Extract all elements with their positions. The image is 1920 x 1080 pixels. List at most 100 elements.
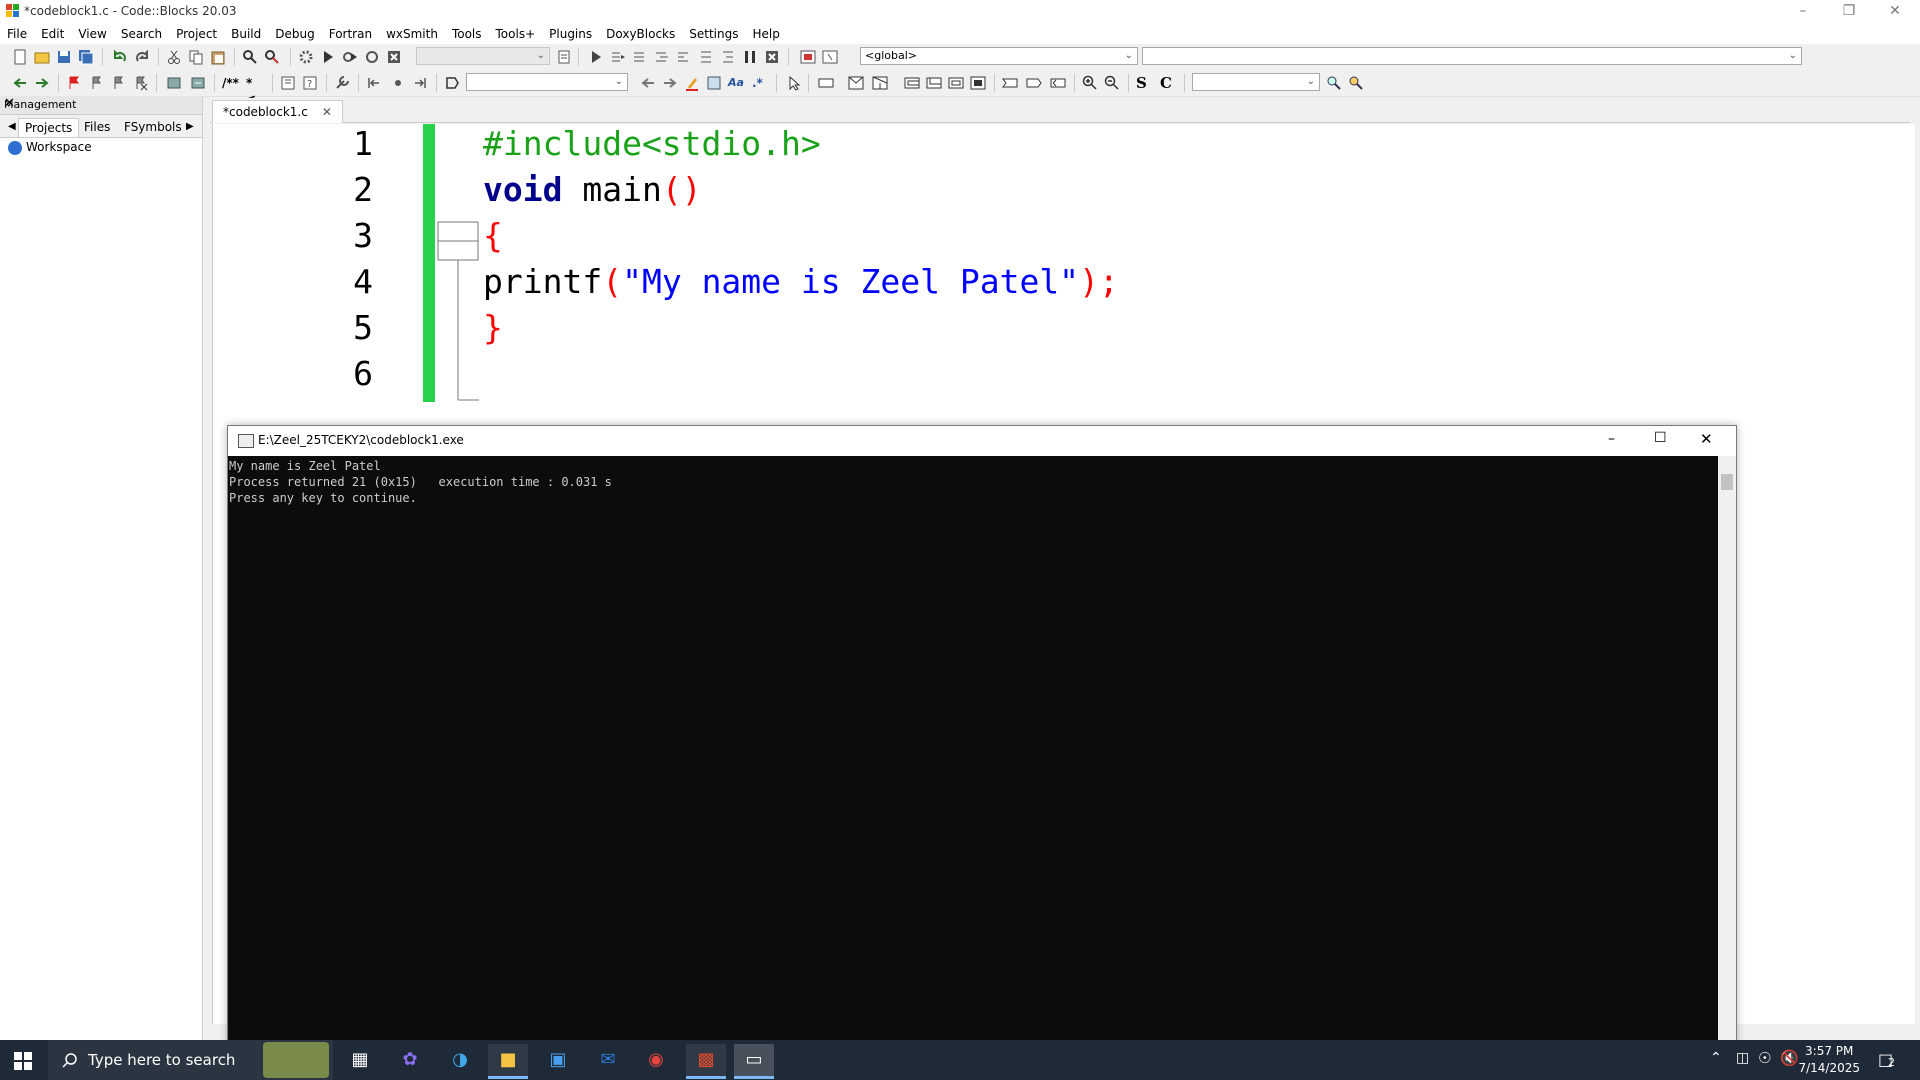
workspace-tree-item[interactable]: Workspace <box>8 140 92 155</box>
console-maximize-button[interactable]: ☐ <box>1654 430 1667 446</box>
line-comment-icon[interactable]: *< <box>246 75 262 106</box>
step-into-instruction-icon[interactable] <box>720 49 736 65</box>
build-target-combo[interactable]: ⌄ <box>416 47 550 65</box>
menu-help[interactable]: Help <box>745 24 786 44</box>
stop-debugger-icon[interactable] <box>764 49 780 65</box>
redo-icon[interactable] <box>134 49 150 65</box>
notifications-icon[interactable]: □ 2 <box>1878 1050 1900 1070</box>
nassi-break-icon[interactable] <box>1002 75 1018 91</box>
export-c-icon[interactable]: C <box>1160 75 1176 91</box>
next-line-icon[interactable] <box>632 49 648 65</box>
menu-edit[interactable]: Edit <box>34 24 71 44</box>
menu-plugins[interactable]: Plugins <box>542 24 599 44</box>
scope-combo[interactable]: <global> ⌄ <box>860 47 1138 65</box>
nassi-switch-icon[interactable] <box>872 75 888 91</box>
show-target-dialog-icon[interactable] <box>556 49 572 65</box>
rebuild-icon[interactable] <box>364 49 380 65</box>
nassi-for-icon[interactable] <box>948 75 964 91</box>
first-icon[interactable] <box>366 75 382 91</box>
symbol-settings-icon[interactable] <box>1348 75 1364 91</box>
save-all-icon[interactable] <box>78 49 94 65</box>
console-output-area[interactable]: My name is Zeel Patel Process returned 2… <box>228 456 1718 1046</box>
search-prev-icon[interactable] <box>640 75 656 91</box>
last-icon[interactable] <box>412 75 428 91</box>
tab-projects[interactable]: Projects <box>18 118 80 137</box>
taskbar-search-box[interactable]: Type here to search <box>48 1040 333 1080</box>
jump-back-icon[interactable] <box>190 75 206 91</box>
debugging-windows-icon[interactable] <box>800 49 816 65</box>
menu-build[interactable]: Build <box>224 24 268 44</box>
save-icon[interactable] <box>56 49 72 65</box>
outlook-icon[interactable]: ✉ <box>588 1044 628 1076</box>
nassi-while-icon[interactable] <box>904 75 920 91</box>
symbol-search-icon[interactable] <box>1326 75 1342 91</box>
cut-icon[interactable] <box>166 49 182 65</box>
system-clock[interactable]: 3:57 PM 7/14/2025 <box>1798 1043 1860 1077</box>
nassi-if-icon[interactable] <box>848 75 864 91</box>
zoom-in-icon[interactable] <box>1082 75 1098 91</box>
nassi-block-icon[interactable] <box>970 75 986 91</box>
volume-muted-icon[interactable]: 🔇 <box>1780 1049 1799 1067</box>
menu-project[interactable]: Project <box>169 24 224 44</box>
nassi-dowhile-icon[interactable] <box>926 75 942 91</box>
windows-start-icon[interactable] <box>14 1052 32 1070</box>
jump-icon[interactable] <box>166 75 182 91</box>
menu-file[interactable]: File <box>0 24 34 44</box>
incremental-search-input[interactable]: ⌄ <box>466 73 628 91</box>
nassi-continue-icon[interactable] <box>1026 75 1042 91</box>
restore-button[interactable]: ❐ <box>1826 0 1872 24</box>
comment-icon[interactable]: /** <box>222 75 239 91</box>
tab-fsymbols[interactable]: FSymbols <box>118 118 188 136</box>
nav-back-icon[interactable] <box>12 75 28 91</box>
function-combo[interactable]: ⌄ <box>1142 47 1802 65</box>
regex-icon[interactable]: .* <box>752 75 768 91</box>
copilot-icon[interactable]: ✿ <box>390 1044 430 1076</box>
menu-settings[interactable]: Settings <box>682 24 745 44</box>
fold-marker-icon[interactable] <box>437 220 481 402</box>
run-icon[interactable] <box>320 49 336 65</box>
symbol-search-input[interactable]: ⌄ <box>1192 73 1320 91</box>
paste-icon[interactable] <box>210 49 226 65</box>
incremental-search-icon[interactable] <box>444 75 460 91</box>
tab-close-icon[interactable]: ✕ <box>322 105 332 119</box>
undo-icon[interactable] <box>112 49 128 65</box>
replace-icon[interactable] <box>264 49 280 65</box>
zoom-out-icon[interactable] <box>1104 75 1120 91</box>
codeblocks-taskbar-icon[interactable]: ▩ <box>686 1044 726 1079</box>
doxy-help-icon[interactable]: ? <box>302 75 318 91</box>
wrench-icon[interactable] <box>334 75 350 91</box>
tabs-scroll-right-icon[interactable]: ▶ <box>180 118 200 136</box>
menu-search[interactable]: Search <box>114 24 169 44</box>
nassi-return-icon[interactable] <box>1050 75 1066 91</box>
run-to-cursor-icon[interactable] <box>610 49 626 65</box>
console-title-bar[interactable]: E:\Zeel_25TCEKY2\codeblock1.exe – ☐ ✕ <box>228 426 1736 456</box>
debug-continue-icon[interactable] <box>588 49 604 65</box>
export-source-icon[interactable]: S <box>1136 75 1152 91</box>
abort-icon[interactable] <box>386 49 402 65</box>
console-scrollbar[interactable] <box>1718 456 1736 1046</box>
nassi-instruction-icon[interactable] <box>818 75 834 91</box>
build-gear-icon[interactable] <box>298 49 314 65</box>
close-panel-icon[interactable]: ✕ <box>4 96 196 111</box>
tray-chevron-icon[interactable]: ⌃ <box>1710 1050 1722 1066</box>
clear-bookmarks-icon[interactable] <box>132 75 148 91</box>
selected-text-only-icon[interactable] <box>706 75 722 91</box>
menu-wxsmith[interactable]: wxSmith <box>379 24 445 44</box>
microsoft-store-icon[interactable]: ▣ <box>538 1044 578 1076</box>
step-out-icon[interactable] <box>676 49 692 65</box>
dot-icon[interactable] <box>390 75 406 91</box>
console-window[interactable]: E:\Zeel_25TCEKY2\codeblock1.exe – ☐ ✕ My… <box>227 425 1737 1047</box>
chrome-icon[interactable]: ◉ <box>636 1044 676 1076</box>
next-bookmark-icon[interactable] <box>110 75 126 91</box>
nav-forward-icon[interactable] <box>34 75 50 91</box>
menu-view[interactable]: View <box>71 24 113 44</box>
open-folder-icon[interactable] <box>34 49 50 65</box>
console-taskbar-icon[interactable]: ▭ <box>734 1044 774 1079</box>
edge-icon[interactable]: ◑ <box>440 1044 480 1076</box>
file-explorer-icon[interactable]: ■ <box>488 1044 528 1079</box>
highlight-icon[interactable] <box>684 75 700 91</box>
task-view-icon[interactable]: ▦ <box>340 1044 380 1076</box>
menu-tools[interactable]: Tools <box>445 24 489 44</box>
select-pointer-icon[interactable] <box>786 75 802 91</box>
pause-icon[interactable] <box>742 49 758 65</box>
